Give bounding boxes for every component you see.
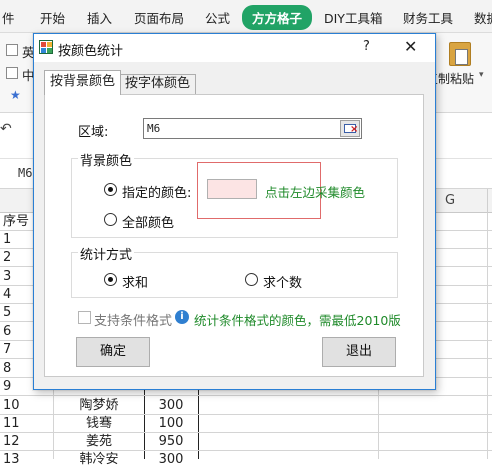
chevron-down-icon[interactable]: ▾ [479, 70, 484, 80]
table-row: 11 钱骞 100 [0, 415, 492, 433]
column-divider [487, 189, 488, 213]
name-box[interactable]: M6 [18, 166, 32, 180]
region-label: 区域: [78, 125, 109, 140]
conditional-format-note: 统计条件格式的颜色，需最低2010版 [194, 313, 401, 328]
pick-color-hint: 点击左边采集颜色 [265, 185, 366, 200]
cell-value[interactable]: 300 [145, 451, 197, 469]
region-input[interactable]: M6 [143, 118, 362, 139]
specified-color-label[interactable]: 指定的颜色: [122, 182, 191, 201]
ribbon-tab-bar: 件 开始 插入 页面布局 公式 方方格子 DIY工具箱 财务工具 数据 [0, 0, 492, 33]
cell-number[interactable]: 13 [3, 451, 47, 469]
ribbon-tab-fangfang[interactable]: 方方格子 [242, 5, 313, 30]
tab-font-color[interactable]: 按字体颜色 [119, 74, 197, 94]
ribbon-checkbox[interactable] [6, 44, 18, 56]
table-row: 10 陶梦娇 300 [0, 397, 492, 415]
exit-button[interactable]: 退出 [322, 337, 396, 367]
cell-value[interactable]: 950 [145, 433, 197, 451]
ribbon-checkbox[interactable] [6, 67, 18, 79]
cell-name[interactable]: 韩冷安 [54, 451, 144, 469]
radio-count[interactable] [245, 273, 258, 286]
app-grid-icon [39, 40, 53, 54]
group-title: 背景颜色 [78, 150, 135, 169]
all-colors-label[interactable]: 全部颜色 [122, 212, 174, 231]
conditional-format-label[interactable]: 支持条件格式 [94, 310, 172, 329]
ribbon-tab-diy-toolbox[interactable]: DIY工具箱 [324, 8, 382, 27]
clipboard-icon[interactable] [449, 42, 471, 66]
group-title: 统计方式 [78, 244, 135, 263]
ribbon-tab-page-layout[interactable]: 页面布局 [134, 8, 184, 27]
dialog-title: 按颜色统计 [58, 44, 124, 59]
sum-label[interactable]: 求和 [122, 272, 148, 291]
dialog-titlebar[interactable]: 按颜色统计 ? ✕ [34, 34, 435, 62]
ribbon-tab-finance-tools[interactable]: 财务工具 [403, 8, 453, 27]
ribbon-tab-insert[interactable]: 插入 [87, 8, 112, 27]
table-row: 13 韩冷安 300 [0, 451, 492, 469]
statistic-method-group: 统计方式 [71, 244, 398, 298]
close-button[interactable]: ✕ [404, 37, 417, 56]
conditional-format-checkbox[interactable] [78, 311, 91, 324]
info-icon: i [175, 310, 189, 324]
help-button[interactable]: ? [363, 39, 370, 54]
cell-name[interactable]: 钱骞 [54, 415, 144, 433]
radio-specified-color[interactable] [104, 183, 117, 196]
table-row: 12 姜苑 950 [0, 433, 492, 451]
ribbon-tab-file[interactable]: 件 [2, 8, 15, 27]
range-select-button[interactable]: × [340, 120, 360, 137]
cell-number[interactable]: 10 [3, 397, 47, 415]
column-header-g[interactable]: G [445, 193, 455, 208]
star-icon: ★ [10, 88, 21, 102]
cell-value[interactable]: 300 [145, 397, 197, 415]
ribbon-tab-formulas[interactable]: 公式 [205, 8, 230, 27]
dialog-tabs: 按背景颜色 按字体颜色 [34, 62, 435, 95]
cell-name[interactable]: 陶梦娇 [54, 397, 144, 415]
undo-icon[interactable]: ↶ [0, 121, 12, 137]
count-by-color-dialog: 按颜色统计 ? ✕ 按背景颜色 按字体颜色 区域: M6 × 背景颜色 指定的颜… [33, 33, 436, 390]
cell-number[interactable]: 12 [3, 433, 47, 451]
cell-number[interactable]: 11 [3, 415, 47, 433]
ribbon-tab-home[interactable]: 开始 [40, 8, 65, 27]
cell-name[interactable]: 姜苑 [54, 433, 144, 451]
tab-background-color[interactable]: 按背景颜色 [44, 70, 122, 95]
ok-button[interactable]: 确定 [76, 337, 150, 367]
count-label[interactable]: 求个数 [263, 272, 302, 291]
cell-value[interactable]: 100 [145, 415, 197, 433]
ribbon-tab-data[interactable]: 数据 [474, 8, 492, 27]
radio-all-colors[interactable] [104, 213, 117, 226]
radio-sum[interactable] [104, 273, 117, 286]
range-pick-icon: × [350, 124, 359, 135]
